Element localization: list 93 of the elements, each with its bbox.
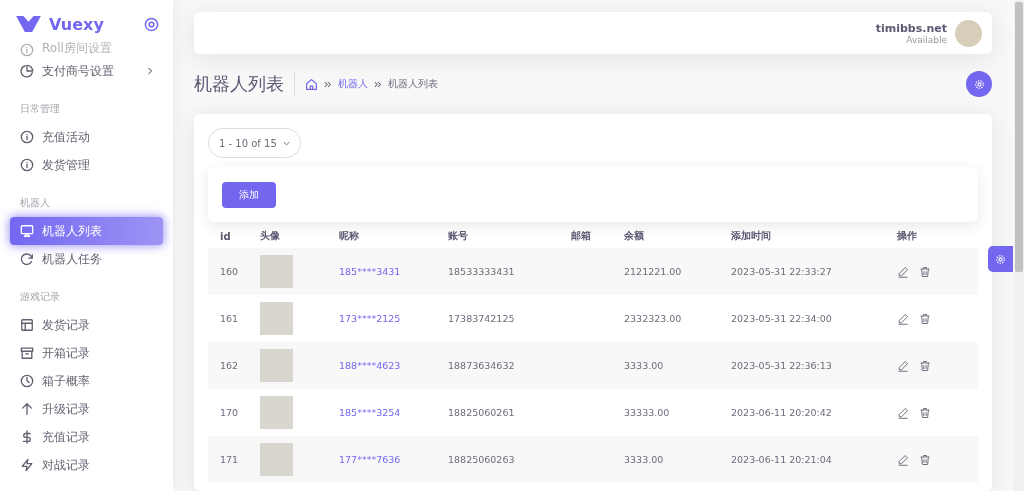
refresh-icon xyxy=(20,252,34,266)
clock-icon xyxy=(20,374,34,388)
column-header: 余额 xyxy=(624,229,645,243)
section-header: 机器人 xyxy=(19,196,51,210)
sidebar-item[interactable]: 支付商号设置 xyxy=(10,57,163,85)
table-cell-text: 18533333431 xyxy=(448,266,516,277)
column-header: 账号 xyxy=(448,229,469,243)
settings-icon xyxy=(995,253,1006,265)
settings-button[interactable] xyxy=(966,71,992,97)
edit-icon[interactable] xyxy=(897,453,909,466)
sidebar-item[interactable]: 箱子概率 xyxy=(10,367,163,395)
table-cell-text: 171 xyxy=(219,454,240,465)
sidebar-item[interactable]: 充值记录 xyxy=(10,423,163,451)
photo-placeholder xyxy=(260,396,293,429)
pie-icon xyxy=(20,64,34,78)
sidebar-item[interactable]: 开箱记录 xyxy=(10,339,163,367)
table-cell-text: 2023-06-11 20:20:42 xyxy=(731,407,833,418)
settings-icon xyxy=(973,78,985,90)
info-icon xyxy=(20,158,34,172)
column-header: 操作 xyxy=(897,229,918,243)
photo-placeholder xyxy=(260,302,293,335)
home-icon[interactable] xyxy=(305,77,318,91)
user-status: Available xyxy=(906,34,947,45)
table-cell-text: 2023-06-11 20:21:04 xyxy=(731,454,833,465)
column-header: 头像 xyxy=(260,229,281,243)
edit-icon[interactable] xyxy=(897,265,909,278)
sidebar-item[interactable]: 充值活动 xyxy=(10,123,163,151)
double-chevron-icon xyxy=(374,80,382,88)
table-cell-text: 2023-05-31 22:36:13 xyxy=(731,360,833,371)
sidebar-item[interactable]: 对战记录 xyxy=(10,451,163,479)
photo-placeholder xyxy=(260,255,293,288)
page-title: 机器人列表 xyxy=(194,72,295,96)
archive-icon xyxy=(20,346,34,360)
section-header: 日常管理 xyxy=(19,102,61,116)
trash-icon[interactable] xyxy=(919,265,931,278)
trash-icon[interactable] xyxy=(919,359,931,372)
edit-icon[interactable] xyxy=(897,359,909,372)
breadcrumb-item: 机器人列表 xyxy=(388,77,438,91)
pagination-dropdown[interactable]: 1 - 10 of 15 xyxy=(208,128,301,158)
user-name: timibbs.net xyxy=(875,21,947,35)
table-cell-text: 161 xyxy=(219,313,240,324)
brand-name: Vuexy xyxy=(49,14,105,34)
column-header: 昵称 xyxy=(339,229,360,243)
column-header: 邮箱 xyxy=(571,229,592,243)
table-cell-text: 18825060263 xyxy=(448,454,516,465)
nickname-link[interactable]: 177****7636 xyxy=(339,454,448,465)
sidebar-item[interactable]: 发货管理 xyxy=(10,151,163,179)
table-cell-text: 2023-05-31 22:34:00 xyxy=(731,313,833,324)
photo-placeholder xyxy=(260,443,293,476)
info-icon xyxy=(20,130,34,144)
trash-icon[interactable] xyxy=(919,406,931,419)
table-cell-text: 18825060261 xyxy=(448,407,516,418)
dollar-icon xyxy=(20,430,34,444)
arrow-icon xyxy=(20,402,34,416)
scrollbar-drawing[interactable] xyxy=(1014,0,1024,491)
sidebar-item[interactable]: 升级记录 xyxy=(10,395,163,423)
table-cell-text: 18873634632 xyxy=(448,360,516,371)
layout-icon xyxy=(20,318,34,332)
double-chevron-icon xyxy=(324,80,332,88)
nickname-link[interactable]: 188****4623 xyxy=(339,360,448,371)
monitor-icon xyxy=(20,224,34,238)
edit-icon[interactable] xyxy=(897,406,909,419)
breadcrumb-item[interactable]: 机器人 xyxy=(338,77,368,91)
table-cell-text: 162 xyxy=(219,360,240,371)
sidebar-item[interactable]: 机器人任务 xyxy=(10,245,163,273)
sidebar-item[interactable]: 发货记录 xyxy=(10,311,163,339)
info-icon xyxy=(20,43,34,57)
target-icon[interactable] xyxy=(144,16,159,32)
trash-icon[interactable] xyxy=(919,312,931,325)
nickname-link[interactable]: 185****3254 xyxy=(339,407,448,418)
nickname-link[interactable]: 185****3431 xyxy=(339,266,448,277)
nickname-link[interactable]: 173****2125 xyxy=(339,313,448,324)
logo-icon xyxy=(16,16,41,32)
table-cell-text: 2121221.00 xyxy=(624,266,683,277)
table-cell-text: 160 xyxy=(219,266,240,277)
add-button[interactable]: 添加 xyxy=(222,181,276,208)
column-header: id xyxy=(219,230,232,242)
table-cell-text: 2023-05-31 22:33:27 xyxy=(731,266,833,277)
photo-placeholder xyxy=(260,349,293,382)
table-cell-text: 2332323.00 xyxy=(624,313,683,324)
caret-icon xyxy=(282,140,290,146)
customizer-button[interactable] xyxy=(988,246,1013,272)
trash-icon[interactable] xyxy=(919,453,931,466)
column-header: 添加时间 xyxy=(731,229,772,243)
edit-icon[interactable] xyxy=(897,312,909,325)
table-cell-text: 3333.00 xyxy=(624,454,665,465)
zap-icon xyxy=(20,458,34,472)
sidebar-item[interactable]: 机器人列表 xyxy=(10,217,163,245)
table-cell-text: 33333.00 xyxy=(624,407,671,418)
table-cell-text: 17383742125 xyxy=(448,313,516,324)
section-header: 游戏记录 xyxy=(19,290,61,304)
table-cell-text: 3333.00 xyxy=(624,360,665,371)
table-cell-text: 170 xyxy=(219,407,240,418)
